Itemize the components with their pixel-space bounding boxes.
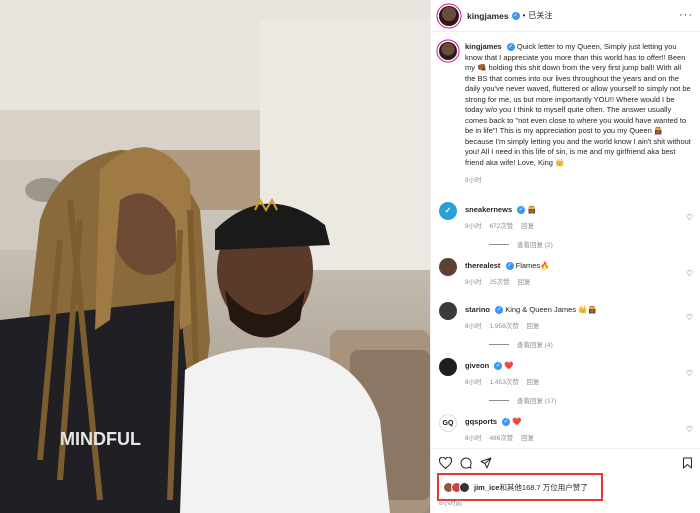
- reply-button[interactable]: 回复: [521, 223, 534, 230]
- comment-like-heart-icon[interactable]: ♡: [686, 425, 693, 434]
- comment-likes[interactable]: 1,453次赞: [489, 379, 518, 386]
- heart-icon[interactable]: [439, 457, 452, 469]
- view-replies-label[interactable]: 查看回复 (2): [517, 239, 553, 249]
- post-header: kingjames ✓ • 已关注 ···: [431, 0, 700, 32]
- likes-text: jim_ice和其他168.7 万位用户赞了: [474, 482, 588, 493]
- comment-meta: 8小时 672次赞 回复: [465, 220, 675, 230]
- reply-button[interactable]: 回复: [521, 435, 534, 442]
- comment-item: therealest ✓ Flames🔥 8小时 25次赞 回复 ♡: [431, 254, 700, 298]
- verified-badge-icon: ✓: [517, 206, 526, 215]
- view-replies-button[interactable]: 查看回复 (17): [489, 395, 675, 405]
- author-username[interactable]: kingjames: [467, 11, 509, 21]
- comment-meta: 8小时 486次赞 回复: [465, 432, 675, 442]
- commenter-username[interactable]: starino: [465, 305, 490, 314]
- comment-item: GQ gqsports ✓ ❤️ 8小时 486次赞 回复 ♡: [431, 410, 700, 445]
- comment-time: 8小时: [465, 323, 482, 330]
- comment-item: ✓ sneakernews ✓ 👸🏾 8小时 672次赞 回复 查看回复 (2)…: [431, 198, 700, 254]
- commenter-username[interactable]: giveon: [465, 361, 489, 370]
- reply-button[interactable]: 回复: [517, 279, 530, 286]
- post-caption: kingjames ✓ Quick letter to my Queen, Si…: [431, 32, 700, 184]
- replies-divider: [489, 399, 509, 401]
- commenter-avatar[interactable]: [439, 258, 457, 276]
- comment-text: ❤️: [512, 417, 522, 426]
- replies-divider: [489, 343, 509, 345]
- comment-icon[interactable]: [460, 457, 472, 469]
- comment-like-heart-icon[interactable]: ♡: [686, 213, 693, 222]
- post-action-bar: [431, 448, 700, 472]
- comment-likes[interactable]: 1,958次赞: [489, 323, 518, 330]
- view-replies-label[interactable]: 查看回复 (17): [517, 395, 556, 405]
- comment-time: 8小时: [465, 435, 482, 442]
- commenter-username[interactable]: sneakernews: [465, 205, 512, 214]
- view-replies-button[interactable]: 查看回复 (2): [489, 239, 675, 249]
- caption-text: kingjames ✓ Quick letter to my Queen, Si…: [465, 42, 691, 168]
- commenter-avatar[interactable]: ✓: [439, 202, 457, 220]
- more-options-icon[interactable]: ···: [679, 9, 693, 21]
- comment-line: gqsports ✓ ❤️: [465, 410, 675, 427]
- comments-scroll-area[interactable]: kingjames ✓ Quick letter to my Queen, Si…: [431, 32, 700, 445]
- comment-like-heart-icon[interactable]: ♡: [686, 269, 693, 278]
- comment-likes[interactable]: 486次赞: [489, 435, 513, 442]
- comment-text: ❤️: [504, 361, 514, 370]
- verified-badge-icon: ✓: [506, 43, 515, 52]
- liker-avatar: [459, 481, 470, 493]
- comment-text: King & Queen James 👑👸🏾: [505, 305, 597, 314]
- liker-username[interactable]: jim_ice: [474, 483, 499, 492]
- post-timestamp: 8小时前: [439, 500, 463, 507]
- comment-line: giveon ✓ ❤️: [465, 354, 675, 371]
- caption-time: 8小时: [465, 177, 482, 184]
- bookmark-icon[interactable]: [682, 457, 693, 469]
- comment-time: 8小时: [465, 379, 482, 386]
- commenter-username[interactable]: gqsports: [465, 417, 497, 426]
- verified-badge-icon: ✓: [494, 362, 503, 371]
- comment-meta: 8小时 1,453次赞 回复: [465, 376, 675, 386]
- reply-button[interactable]: 回复: [527, 379, 540, 386]
- share-icon[interactable]: [480, 457, 492, 469]
- comment-item: giveon ✓ ❤️ 8小时 1,453次赞 回复 查看回复 (17) ♡: [431, 354, 700, 410]
- caption-username[interactable]: kingjames: [465, 42, 502, 51]
- replies-divider: [489, 243, 509, 245]
- comment-line: starino ✓ King & Queen James 👑👸🏾: [465, 298, 675, 315]
- comment-text: 👸🏾: [527, 205, 537, 214]
- comment-line: sneakernews ✓ 👸🏾: [465, 198, 675, 215]
- comment-like-heart-icon[interactable]: ♡: [686, 313, 693, 322]
- post-photo[interactable]: MINDFUL: [0, 0, 430, 513]
- commenter-username[interactable]: therealest: [465, 261, 500, 270]
- commenter-avatar[interactable]: [439, 302, 457, 320]
- author-avatar[interactable]: [439, 5, 459, 26]
- caption-avatar[interactable]: [439, 42, 457, 60]
- verified-badge-icon: ✓: [505, 262, 514, 271]
- svg-text:MINDFUL: MINDFUL: [60, 429, 141, 449]
- caption-body: Quick letter to my Queen, Simply just le…: [465, 42, 691, 167]
- view-replies-label[interactable]: 查看回复 (4): [517, 339, 553, 349]
- commenter-avatar[interactable]: GQ: [439, 414, 457, 432]
- verified-badge-icon: ✓: [511, 11, 520, 20]
- comment-line: therealest ✓ Flames🔥: [465, 254, 675, 271]
- verified-badge-icon: ✓: [495, 306, 504, 315]
- separator-dot: •: [522, 11, 526, 20]
- verified-badge-icon: ✓: [502, 418, 511, 427]
- photo-illustration: MINDFUL: [0, 0, 430, 513]
- likes-count-text[interactable]: 和其他168.7 万位用户赞了: [499, 483, 587, 492]
- comment-like-heart-icon[interactable]: ♡: [686, 369, 693, 378]
- comment-item: starino ✓ King & Queen James 👑👸🏾 8小时 1,9…: [431, 298, 700, 354]
- comment-text: Flames🔥: [515, 261, 550, 270]
- comment-meta: 8小时 25次赞 回复: [465, 276, 675, 286]
- comment-meta: 8小时 1,958次赞 回复: [465, 320, 675, 330]
- commenter-avatar[interactable]: [439, 358, 457, 376]
- post-details-panel: kingjames ✓ • 已关注 ··· kingjames ✓ Quick …: [430, 0, 700, 513]
- reply-button[interactable]: 回复: [527, 323, 540, 330]
- comment-time: 8小时: [465, 279, 482, 286]
- comment-likes[interactable]: 672次赞: [489, 223, 513, 230]
- comment-time: 8小时: [465, 223, 482, 230]
- view-replies-button[interactable]: 查看回复 (4): [489, 339, 675, 349]
- follow-status-button[interactable]: 已关注: [528, 10, 552, 21]
- comment-likes[interactable]: 25次赞: [489, 279, 509, 286]
